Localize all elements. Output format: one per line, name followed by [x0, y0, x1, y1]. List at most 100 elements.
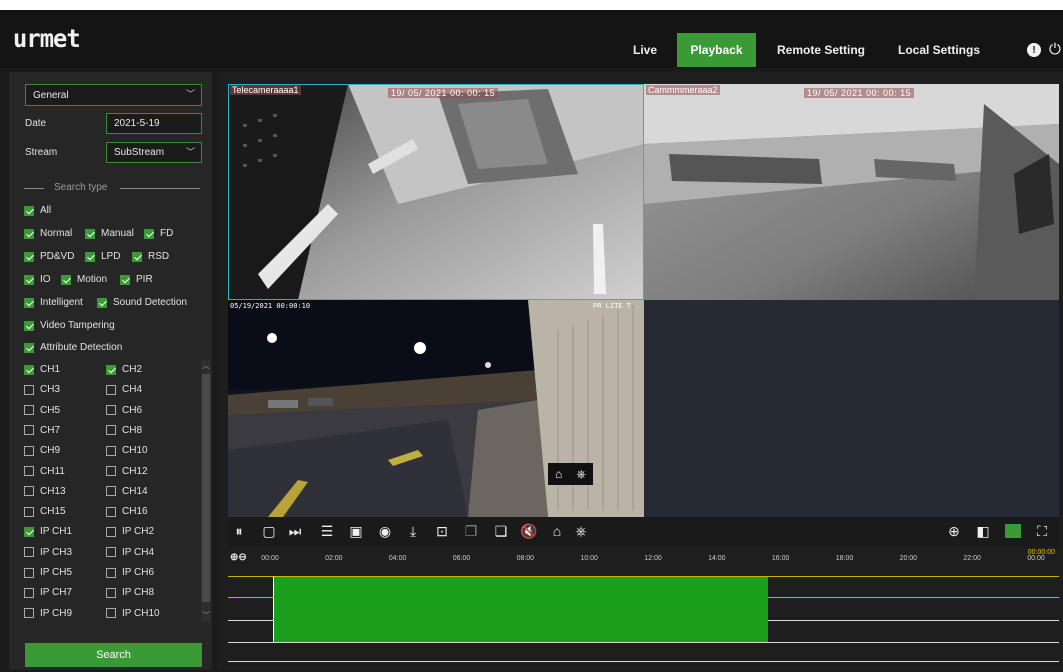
mode-select[interactable]: General ﹀ — [25, 84, 202, 106]
channel-ch6[interactable]: CH6 — [106, 405, 142, 416]
channel-ch7[interactable]: CH7 — [24, 425, 60, 436]
checkbox-icon[interactable] — [24, 425, 34, 436]
checkbox-icon[interactable] — [106, 506, 116, 517]
pause-icon[interactable]: ⏸ — [230, 522, 248, 540]
channel-ch10[interactable]: CH10 — [106, 445, 148, 456]
green-screen-icon[interactable] — [1005, 524, 1021, 538]
date-field[interactable]: 2021-5-19 — [106, 113, 202, 134]
checkbox-icon[interactable] — [24, 608, 34, 619]
tag-icon[interactable]: ⌂ — [548, 522, 566, 540]
channel-ip-ch2[interactable]: IP CH2 — [106, 526, 154, 537]
snapshot-icon[interactable]: ◉ — [376, 522, 394, 540]
search-type-io[interactable]: IO — [24, 274, 51, 285]
channel-ip-ch7[interactable]: IP CH7 — [24, 587, 72, 598]
search-type-intelligent[interactable]: Intelligent — [24, 297, 83, 308]
channel-ip-ch1[interactable]: IP CH1 — [24, 526, 72, 537]
mute-icon[interactable]: 🔇 — [520, 522, 538, 540]
stream-select[interactable]: SubStream ﹀ — [106, 142, 202, 163]
zoom-in-icon[interactable]: ⊕ — [945, 522, 963, 540]
search-type-rsd[interactable]: RSD — [132, 251, 169, 262]
checkbox-icon[interactable] — [24, 506, 34, 517]
checkbox-icon[interactable] — [97, 297, 107, 308]
search-type-fd[interactable]: FD — [144, 228, 173, 239]
channel-ip-ch4[interactable]: IP CH4 — [106, 547, 154, 558]
checkbox-icon[interactable] — [106, 547, 116, 558]
download-icon[interactable]: ⤓ — [404, 522, 422, 540]
checkbox-icon[interactable] — [106, 384, 116, 395]
channel-ip-ch9[interactable]: IP CH9 — [24, 608, 72, 619]
checkbox-icon[interactable] — [120, 274, 130, 285]
checkbox-icon[interactable] — [24, 384, 34, 395]
step-forward-icon[interactable]: ⏭ — [286, 522, 304, 540]
checkbox-icon[interactable] — [106, 587, 116, 598]
split-icon[interactable]: ❏ — [492, 522, 510, 540]
channel-ch5[interactable]: CH5 — [24, 405, 60, 416]
video-tile-2[interactable]: Cammmmeraaa2 19/ 05/ 2021 00: 00: 15 — [644, 84, 1059, 300]
stop-icon[interactable]: ▢ — [260, 522, 278, 540]
checkbox-icon[interactable] — [24, 320, 34, 331]
fullscreen-icon[interactable]: ◧ — [974, 522, 992, 540]
checkbox-icon[interactable] — [24, 547, 34, 558]
channel-ch8[interactable]: CH8 — [106, 425, 142, 436]
checkbox-icon[interactable] — [24, 445, 34, 456]
alert-icon[interactable]: ! — [1027, 43, 1041, 57]
checkbox-icon[interactable] — [24, 274, 34, 285]
copy-icon[interactable]: ❐ — [462, 522, 480, 540]
channel-ch14[interactable]: CH14 — [106, 486, 148, 497]
tag-multi-icon[interactable]: ⎈ — [572, 522, 590, 540]
channel-ip-ch8[interactable]: IP CH8 — [106, 587, 154, 598]
recording-segment[interactable] — [273, 577, 768, 642]
checkbox-icon[interactable] — [24, 251, 34, 262]
checkbox-icon[interactable] — [24, 364, 34, 375]
clip-icon[interactable]: ▣ — [347, 522, 365, 540]
checkbox-icon[interactable] — [85, 228, 95, 239]
channel-ch12[interactable]: CH12 — [106, 466, 148, 477]
tag-multi-icon[interactable]: ⎈ — [576, 467, 586, 482]
search-type-normal[interactable]: Normal — [24, 228, 72, 239]
channel-ch9[interactable]: CH9 — [24, 445, 60, 456]
search-type-attribute-detection[interactable]: Attribute Detection — [24, 342, 122, 353]
channel-ip-ch3[interactable]: IP CH3 — [24, 547, 72, 558]
search-type-pir[interactable]: PIR — [120, 274, 153, 285]
checkbox-icon[interactable] — [106, 425, 116, 436]
search-type-manual[interactable]: Manual — [85, 228, 134, 239]
channel-ch3[interactable]: CH3 — [24, 384, 60, 395]
checkbox-icon[interactable] — [24, 587, 34, 598]
channel-ch11[interactable]: CH11 — [24, 466, 65, 477]
checkbox-icon[interactable] — [24, 342, 34, 353]
checkbox-icon[interactable] — [106, 567, 116, 578]
channel-ch15[interactable]: CH15 — [24, 506, 66, 517]
checkbox-icon[interactable] — [24, 466, 34, 476]
video-tile-1[interactable]: Telecameraaaa1 19/ 05/ 2021 00: 00: 15 — [228, 84, 644, 300]
checkbox-icon[interactable] — [106, 364, 116, 375]
channel-scrollbar[interactable]: ︿ ﹀ — [201, 360, 211, 622]
tab-playback[interactable]: Playback — [677, 33, 756, 67]
checkbox-icon[interactable] — [24, 526, 34, 537]
search-type-video-tampering[interactable]: Video Tampering — [24, 320, 115, 331]
checkbox-icon[interactable] — [106, 445, 116, 456]
tab-live[interactable]: Live — [624, 33, 666, 67]
channel-ch4[interactable]: CH4 — [106, 384, 142, 395]
checkbox-icon[interactable] — [24, 486, 34, 497]
scroll-down-icon[interactable]: ﹀ — [201, 610, 211, 622]
checkbox-icon[interactable] — [24, 567, 34, 578]
checkbox-icon[interactable] — [24, 228, 34, 239]
checkbox-icon[interactable] — [85, 251, 95, 262]
channel-ch13[interactable]: CH13 — [24, 486, 66, 497]
checkbox-icon[interactable] — [61, 274, 71, 285]
scroll-up-icon[interactable]: ︿ — [201, 360, 211, 372]
timeline-zoom-icons[interactable]: ⊕⊖ — [230, 552, 247, 563]
tag-icon[interactable]: ⌂ — [555, 467, 562, 481]
channel-ch2[interactable]: CH2 — [106, 364, 142, 375]
checkbox-icon[interactable] — [144, 228, 154, 239]
window-icon[interactable]: ⊡ — [433, 522, 451, 540]
tab-local-settings[interactable]: Local Settings — [887, 33, 991, 67]
search-type-lpd[interactable]: LPD — [85, 251, 120, 262]
search-type-pd-vd[interactable]: PD&VD — [24, 251, 74, 262]
checkbox-icon[interactable] — [24, 297, 34, 308]
video-tile-4[interactable] — [644, 300, 1059, 517]
checkbox-icon[interactable] — [106, 466, 116, 476]
search-type-sound-detection[interactable]: Sound Detection — [97, 297, 187, 308]
checkbox-icon[interactable] — [132, 251, 142, 262]
checkbox-icon[interactable] — [106, 486, 116, 497]
